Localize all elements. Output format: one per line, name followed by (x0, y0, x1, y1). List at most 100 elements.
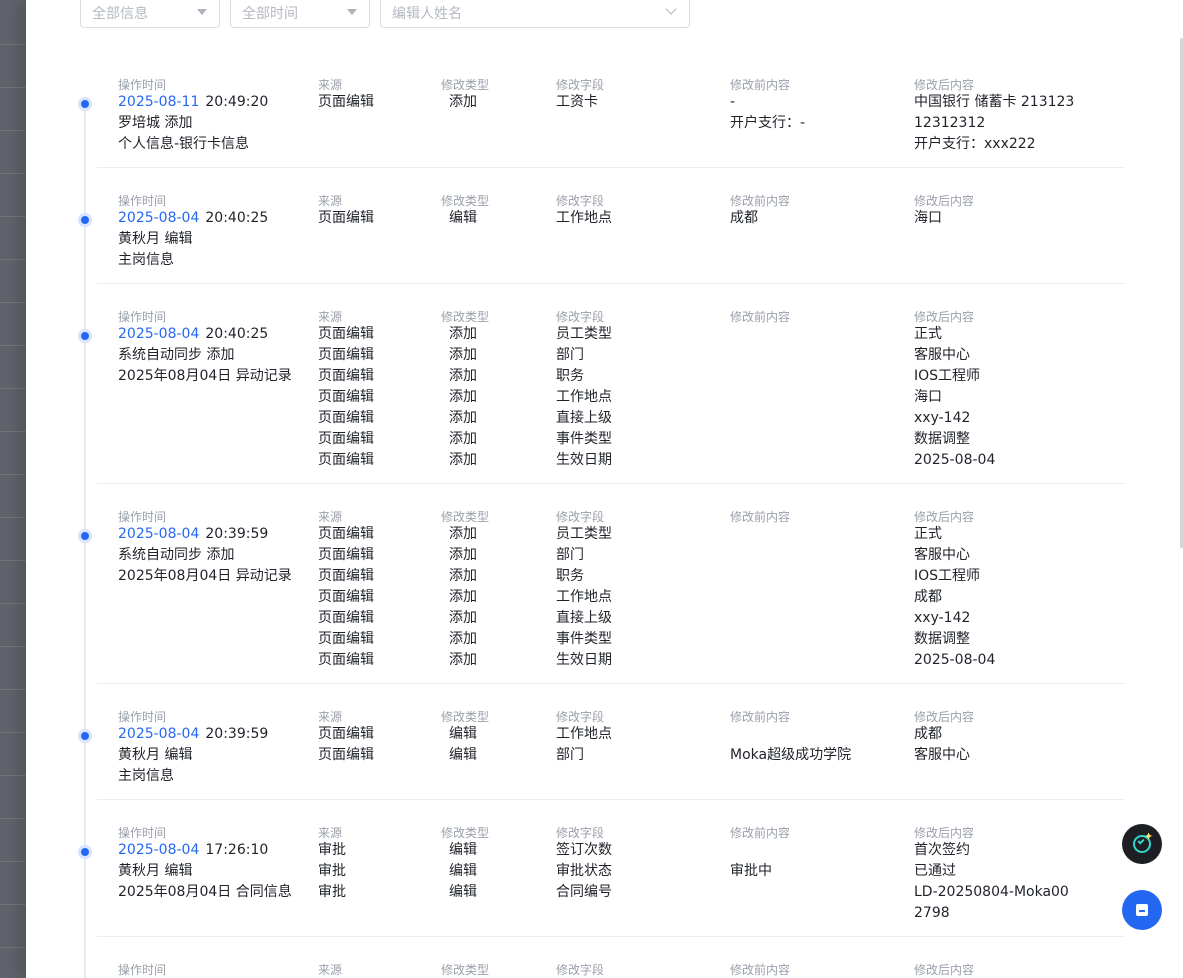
after-label: 修改后内容 (914, 310, 975, 324)
mod-field-label: 修改字段 (556, 826, 605, 840)
after-value: 正式 (914, 326, 942, 342)
source-value: 审批 (318, 863, 346, 879)
after-value: 中国银行 储蓄卡 213123 (914, 94, 1075, 110)
after-value: IOS工程师 (914, 368, 981, 384)
op-date-link[interactable]: 2025-08-04 (118, 326, 199, 342)
mod-field-label: 修改字段 (556, 510, 605, 524)
change-log-drawer: 全部信息 全部时间 编辑人姓名 操作时间 来源 修改类型 修改字段 修改前内容 修改后内容… (26, 0, 1183, 978)
op-time: 20:40:25 (205, 210, 269, 226)
timeline-entry: 操作时间 来源 修改类型 修改字段 修改前内容 修改后内容 2025-08-04 17:26:… (78, 815, 1125, 937)
source-value: 页面编辑 (318, 94, 374, 110)
category-text: 主岗信息 (118, 768, 174, 784)
after-value: 海口 (914, 389, 942, 405)
mod-type-value: 添加 (449, 347, 477, 363)
op-date-link[interactable]: 2025-08-04 (118, 842, 199, 858)
op-date-link[interactable]: 2025-08-04 (118, 726, 199, 742)
mod-type-value: 添加 (449, 94, 477, 110)
mod-type-label: 修改类型 (441, 194, 490, 208)
document-icon (1136, 904, 1148, 916)
mod-type-value: 编辑 (449, 210, 477, 226)
field-value: 签订次数 (556, 842, 612, 858)
after-value: 开户支行：xxx222 (914, 136, 1036, 152)
mod-type-label: 修改类型 (441, 963, 490, 977)
before-label: 修改前内容 (730, 963, 791, 977)
after-value: 首次签约 (914, 842, 970, 858)
after-label: 修改后内容 (914, 78, 975, 92)
category-text: 2025年08月04日 合同信息 (118, 884, 292, 900)
source-value: 审批 (318, 884, 346, 900)
field-value: 员工类型 (556, 326, 612, 342)
field-value: 部门 (556, 347, 584, 363)
source-value: 页面编辑 (318, 368, 374, 384)
before-value: - (730, 94, 736, 110)
source-label: 来源 (318, 963, 343, 977)
timeline-dot-icon (78, 529, 92, 543)
editor-name-select[interactable]: 编辑人姓名 (380, 0, 690, 28)
actor-text: 黄秋月 编辑 (118, 747, 193, 763)
mod-type-label: 修改类型 (441, 710, 490, 724)
before-label: 修改前内容 (730, 310, 791, 324)
after-label: 修改后内容 (914, 826, 975, 840)
field-value: 部门 (556, 747, 584, 763)
op-date-link[interactable]: 2025-08-04 (118, 526, 199, 542)
editor-name-placeholder: 编辑人姓名 (392, 6, 462, 22)
before-label: 修改前内容 (730, 194, 791, 208)
timeline-dot-icon (78, 213, 92, 227)
mod-type-value: 添加 (449, 631, 477, 647)
caret-down-icon (197, 9, 207, 15)
field-value: 员工类型 (556, 526, 612, 542)
after-label: 修改后内容 (914, 510, 975, 524)
timeline-dot-icon (78, 845, 92, 859)
mod-type-value: 编辑 (449, 726, 477, 742)
mod-type-value: 添加 (449, 452, 477, 468)
info-filter-select[interactable]: 全部信息 (80, 0, 220, 28)
after-value: 2025-08-04 (914, 652, 996, 668)
before-value: 审批中 (730, 863, 772, 879)
after-value: 成都 (914, 589, 942, 605)
document-button[interactable] (1122, 890, 1162, 930)
source-value: 页面编辑 (318, 452, 374, 468)
mod-type-value: 添加 (449, 547, 477, 563)
mod-type-value: 编辑 (449, 747, 477, 763)
timeline-dot-icon (78, 97, 92, 111)
mod-type-value: 添加 (449, 326, 477, 342)
mod-type-value: 编辑 (449, 884, 477, 900)
field-value: 职务 (556, 568, 584, 584)
time-filter-select[interactable]: 全部时间 (230, 0, 370, 28)
mod-type-value: 添加 (449, 652, 477, 668)
after-value: 2025-08-04 (914, 452, 996, 468)
op-time-label: 操作时间 (118, 310, 167, 324)
timeline-dot-icon (78, 329, 92, 343)
category-text: 2025年08月04日 异动记录 (118, 368, 292, 384)
mod-field-label: 修改字段 (556, 78, 605, 92)
mod-type-value: 编辑 (449, 842, 477, 858)
after-value: 客服中心 (914, 347, 970, 363)
after-value: IOS工程师 (914, 568, 981, 584)
actor-text: 黄秋月 编辑 (118, 231, 193, 247)
op-date-link[interactable]: 2025-08-11 (118, 94, 199, 110)
op-time-label: 操作时间 (118, 826, 167, 840)
field-value: 直接上级 (556, 410, 612, 426)
after-value: 海口 (914, 210, 942, 226)
field-value: 工作地点 (556, 210, 612, 226)
source-value: 页面编辑 (318, 631, 374, 647)
mod-type-value: 编辑 (449, 863, 477, 879)
source-value: 页面编辑 (318, 431, 374, 447)
after-value: 数据调整 (914, 631, 970, 647)
source-value: 页面编辑 (318, 347, 374, 363)
op-date-link[interactable]: 2025-08-04 (118, 210, 199, 226)
after-value: LD-20250804-Moka00 (914, 884, 1069, 900)
category-text: 个人信息-银行卡信息 (118, 136, 250, 152)
field-value: 工作地点 (556, 389, 612, 405)
info-filter-placeholder: 全部信息 (92, 6, 148, 22)
before-label: 修改前内容 (730, 826, 791, 840)
caret-down-icon (347, 9, 357, 15)
ai-assistant-button[interactable]: ✦ (1122, 824, 1162, 864)
source-value: 页面编辑 (318, 747, 374, 763)
field-value: 部门 (556, 547, 584, 563)
field-value: 事件类型 (556, 631, 612, 647)
before-label: 修改前内容 (730, 710, 791, 724)
mod-type-value: 添加 (449, 368, 477, 384)
op-datetime: 2025-08-04 17:26:10 (118, 840, 268, 861)
op-time-label: 操作时间 (118, 710, 167, 724)
